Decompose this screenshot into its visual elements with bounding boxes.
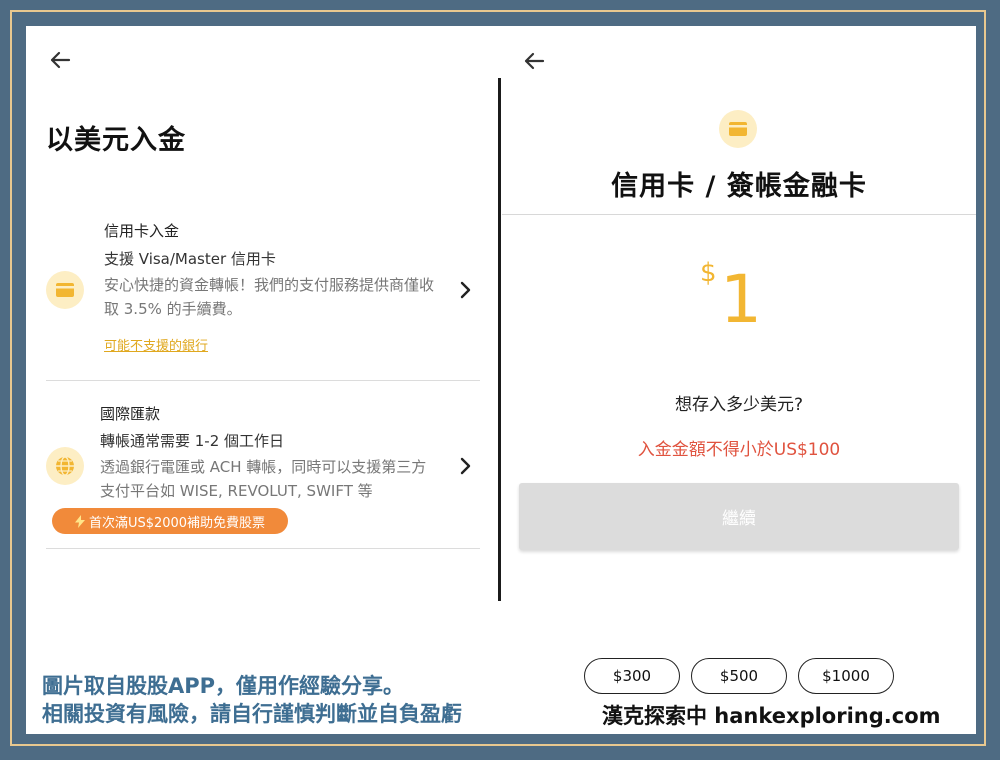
amount-value: 1 [720,261,762,338]
divider-line [46,380,480,381]
brand-watermark: 漢克探索中 hankexploring.com [602,704,941,728]
minimum-amount-error: 入金金額不得小於US$100 [637,440,841,460]
unsupported-banks-link[interactable]: 可能不支援的銀行 [104,335,208,354]
preset-amount-1000[interactable]: $1000 [798,658,894,694]
back-arrow-icon[interactable] [49,49,71,71]
preset-amount-500[interactable]: $500 [691,658,787,694]
promo-badge[interactable]: 首次滿US$2000補助免費股票 [52,508,288,534]
page-title: 以美元入金 [46,125,186,156]
back-arrow-icon[interactable] [523,50,545,72]
disclaimer-line-1: 圖片取自股股APP，僅用作經驗分享。 [42,674,405,698]
lightning-icon [74,514,85,528]
disclaimer-line-2: 相關投資有風險，請自行謹慎判斷並自負盈虧 [42,702,462,726]
header-divider [502,214,976,215]
globe-icon [46,447,84,485]
disclaimer: 圖片取自股股APP，僅用作經驗分享。 相關投資有風險，請自行謹慎判斷並自負盈虧 [42,672,462,728]
option-description: 安心快捷的資金轉帳！我們的支付服務提供商僅收取 3.5% 的手續費。 [104,276,435,318]
option-subtitle: 支援 Visa/Master 信用卡 [104,250,276,268]
amount-prompt: 想存入多少美元? [674,395,804,415]
payment-method-title: 信用卡 / 簽帳金融卡 [611,171,867,202]
continue-button[interactable]: 繼續 [519,483,959,550]
option-subtitle: 轉帳通常需要 1-2 個工作日 [100,432,285,450]
preset-amount-300[interactable]: $300 [584,658,680,694]
chevron-right-icon [460,281,471,299]
option-title: 信用卡入金 [104,222,180,240]
chevron-right-icon [460,457,471,475]
currency-symbol: $ [700,258,717,288]
option-credit-card[interactable]: 信用卡入金 支援 Visa/Master 信用卡 安心快捷的資金轉帳！我們的支付… [46,215,480,365]
divider-line [46,548,480,549]
screen-separator [498,78,501,601]
credit-card-icon [719,110,757,148]
promo-text: 首次滿US$2000補助免費股票 [88,515,266,531]
option-title: 國際匯款 [100,405,161,423]
credit-card-icon [46,271,84,309]
option-description: 透過銀行電匯或 ACH 轉帳，同時可以支援第三方支付平台如 WISE, REVO… [100,458,427,500]
